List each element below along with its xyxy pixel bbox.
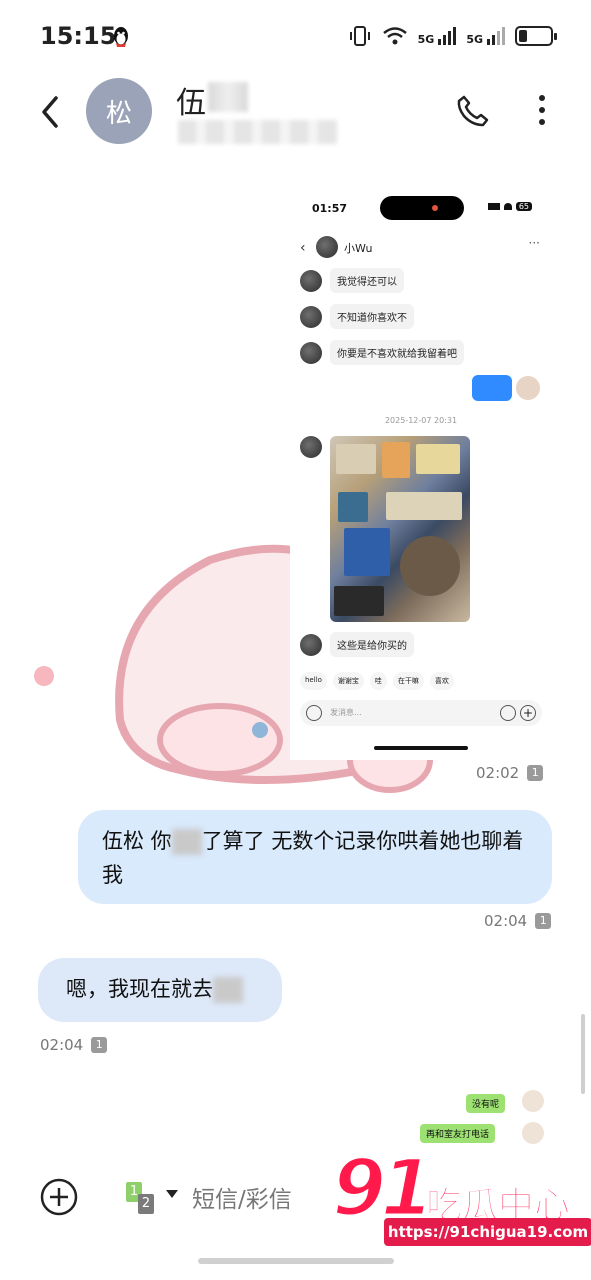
shot-bubble: 这些是给你买的: [330, 632, 414, 657]
blurred-text: [171, 829, 202, 855]
reply-bubble: 没有呢: [466, 1094, 506, 1113]
watermark-url: https://91chigua19.com: [384, 1218, 591, 1246]
battery-level: [519, 30, 527, 42]
sim-card-icon: 1: [91, 1037, 108, 1053]
shot-emoji-icon: [500, 705, 516, 721]
shot-quick-reply: hello: [300, 672, 327, 690]
status-time: 15:15: [40, 22, 117, 50]
blurred-name: [208, 82, 248, 112]
shot-sticker-bubble: [472, 375, 512, 401]
message-text: 嗯，我现在就去: [66, 977, 213, 1001]
watermark-number: 91: [331, 1144, 437, 1234]
caret-down-icon[interactable]: [166, 1190, 178, 1198]
battery-icon: [515, 26, 557, 46]
shot-avatar: [300, 269, 322, 292]
message-text: 伍松 你: [102, 829, 172, 853]
shot-bubble: 你要是不喜欢就给我留着吧: [330, 340, 464, 365]
shot-quick-reply: 哇: [369, 672, 387, 690]
reply-avatar: [522, 1090, 544, 1112]
shot-message: 你要是不喜欢就给我留着吧: [300, 340, 464, 365]
sim-card-icon: 1: [535, 913, 552, 929]
wifi-icon: [382, 27, 407, 45]
chat-header: 松 伍: [0, 76, 591, 152]
shot-avatar: [300, 305, 322, 328]
shot-avatar: [300, 341, 322, 364]
message-timestamp: 02:04 1: [40, 1036, 108, 1054]
shot-input-bar: 发消息... +: [300, 700, 542, 726]
sim-card-icon: 1: [527, 765, 544, 781]
scrollbar[interactable]: [581, 1014, 585, 1094]
signal-2: 5G: [466, 27, 505, 45]
timestamp-text: 02:04: [484, 912, 528, 930]
shot-my-sticker: [472, 375, 540, 401]
qq-penguin-icon: [114, 27, 128, 47]
back-arrow-icon[interactable]: [36, 94, 66, 130]
shot-quick-reply: 喜欢: [429, 672, 454, 690]
shot-avatar: [300, 436, 322, 458]
vibrate-icon: [349, 26, 370, 46]
shot-quick-replies: hello 谢谢宝 哇 在干嘛 喜欢: [300, 672, 454, 690]
phone-call-icon[interactable]: [456, 94, 490, 128]
signal-bars-icon: [438, 27, 457, 45]
signal-1: 5G: [418, 27, 457, 45]
status-bar: 15:15 5G 5G: [0, 0, 591, 76]
more-options-icon[interactable]: [532, 92, 552, 128]
watermark-logo: 91 吃瓜中心 https://91chigua19.com: [331, 1144, 591, 1254]
add-attachment-icon[interactable]: [40, 1178, 78, 1216]
shot-avatar: [300, 633, 322, 656]
shot-quick-reply: 谢谢宝: [332, 672, 364, 690]
blurred-text: [213, 977, 243, 1003]
outgoing-message-bubble[interactable]: 伍松 你了算了 无数个记录你哄着她也聊着我: [78, 810, 552, 904]
signal-icon: [487, 203, 500, 210]
shot-my-avatar: [516, 376, 540, 400]
flower-decoration: [34, 666, 54, 686]
shot-voice-icon: [306, 705, 322, 721]
shot-message: 我觉得还可以: [300, 268, 404, 293]
shot-status-time: 01:57: [312, 202, 348, 215]
network-label-2: 5G: [466, 33, 483, 46]
sim-switch-button[interactable]: 1 2: [126, 1182, 162, 1216]
shot-battery: 65: [515, 202, 532, 211]
incoming-message-bubble[interactable]: 嗯，我现在就去: [38, 958, 282, 1022]
message-timestamp: 02:02 1: [476, 764, 544, 782]
shot-date-divider: 2025-12-07 20:31: [384, 416, 458, 425]
blurred-phone-number: [178, 120, 338, 144]
timestamp-text: 02:04: [40, 1036, 84, 1054]
shot-message: 这些是给你买的: [300, 632, 414, 657]
reply-avatar: [522, 1122, 544, 1144]
shot-bubble: 不知道你喜欢不: [330, 304, 414, 329]
message-input[interactable]: 短信/彩信: [192, 1180, 292, 1214]
shot-avatar: [316, 236, 338, 258]
shot-quick-reply: 在干嘛: [392, 672, 424, 690]
shot-home-indicator: [374, 746, 468, 750]
contact-name: 伍: [176, 86, 206, 121]
shot-plus-icon: +: [520, 705, 536, 721]
shot-chat-header: ‹ 小Wu ···: [300, 236, 540, 260]
message-timestamp: 02:04 1: [484, 912, 552, 930]
shot-input-placeholder: 发消息...: [330, 708, 362, 717]
shot-contact-name: 小Wu: [344, 242, 373, 255]
wifi-icon: [503, 203, 512, 210]
signal-bars-icon: [487, 27, 505, 45]
shot-bubble: 我觉得还可以: [330, 268, 404, 293]
network-label-1: 5G: [417, 33, 435, 46]
timestamp-text: 02:02: [476, 764, 520, 782]
shot-more-icon: ···: [528, 236, 540, 250]
sim-2-icon: 2: [138, 1194, 154, 1214]
embedded-screenshot[interactable]: 01:57 65 ‹ 小Wu ··· 我觉得还可以 不知道你喜欢不 你要是不喜欢…: [290, 160, 552, 760]
reply-bubble: 再和室友打电话: [420, 1124, 496, 1143]
shot-gift-photo: [330, 436, 470, 622]
shot-back-icon: ‹: [300, 240, 306, 256]
home-indicator[interactable]: [198, 1258, 394, 1264]
contact-avatar[interactable]: 松: [86, 78, 152, 144]
shot-message: 不知道你喜欢不: [300, 304, 414, 329]
dynamic-island: [380, 196, 464, 220]
